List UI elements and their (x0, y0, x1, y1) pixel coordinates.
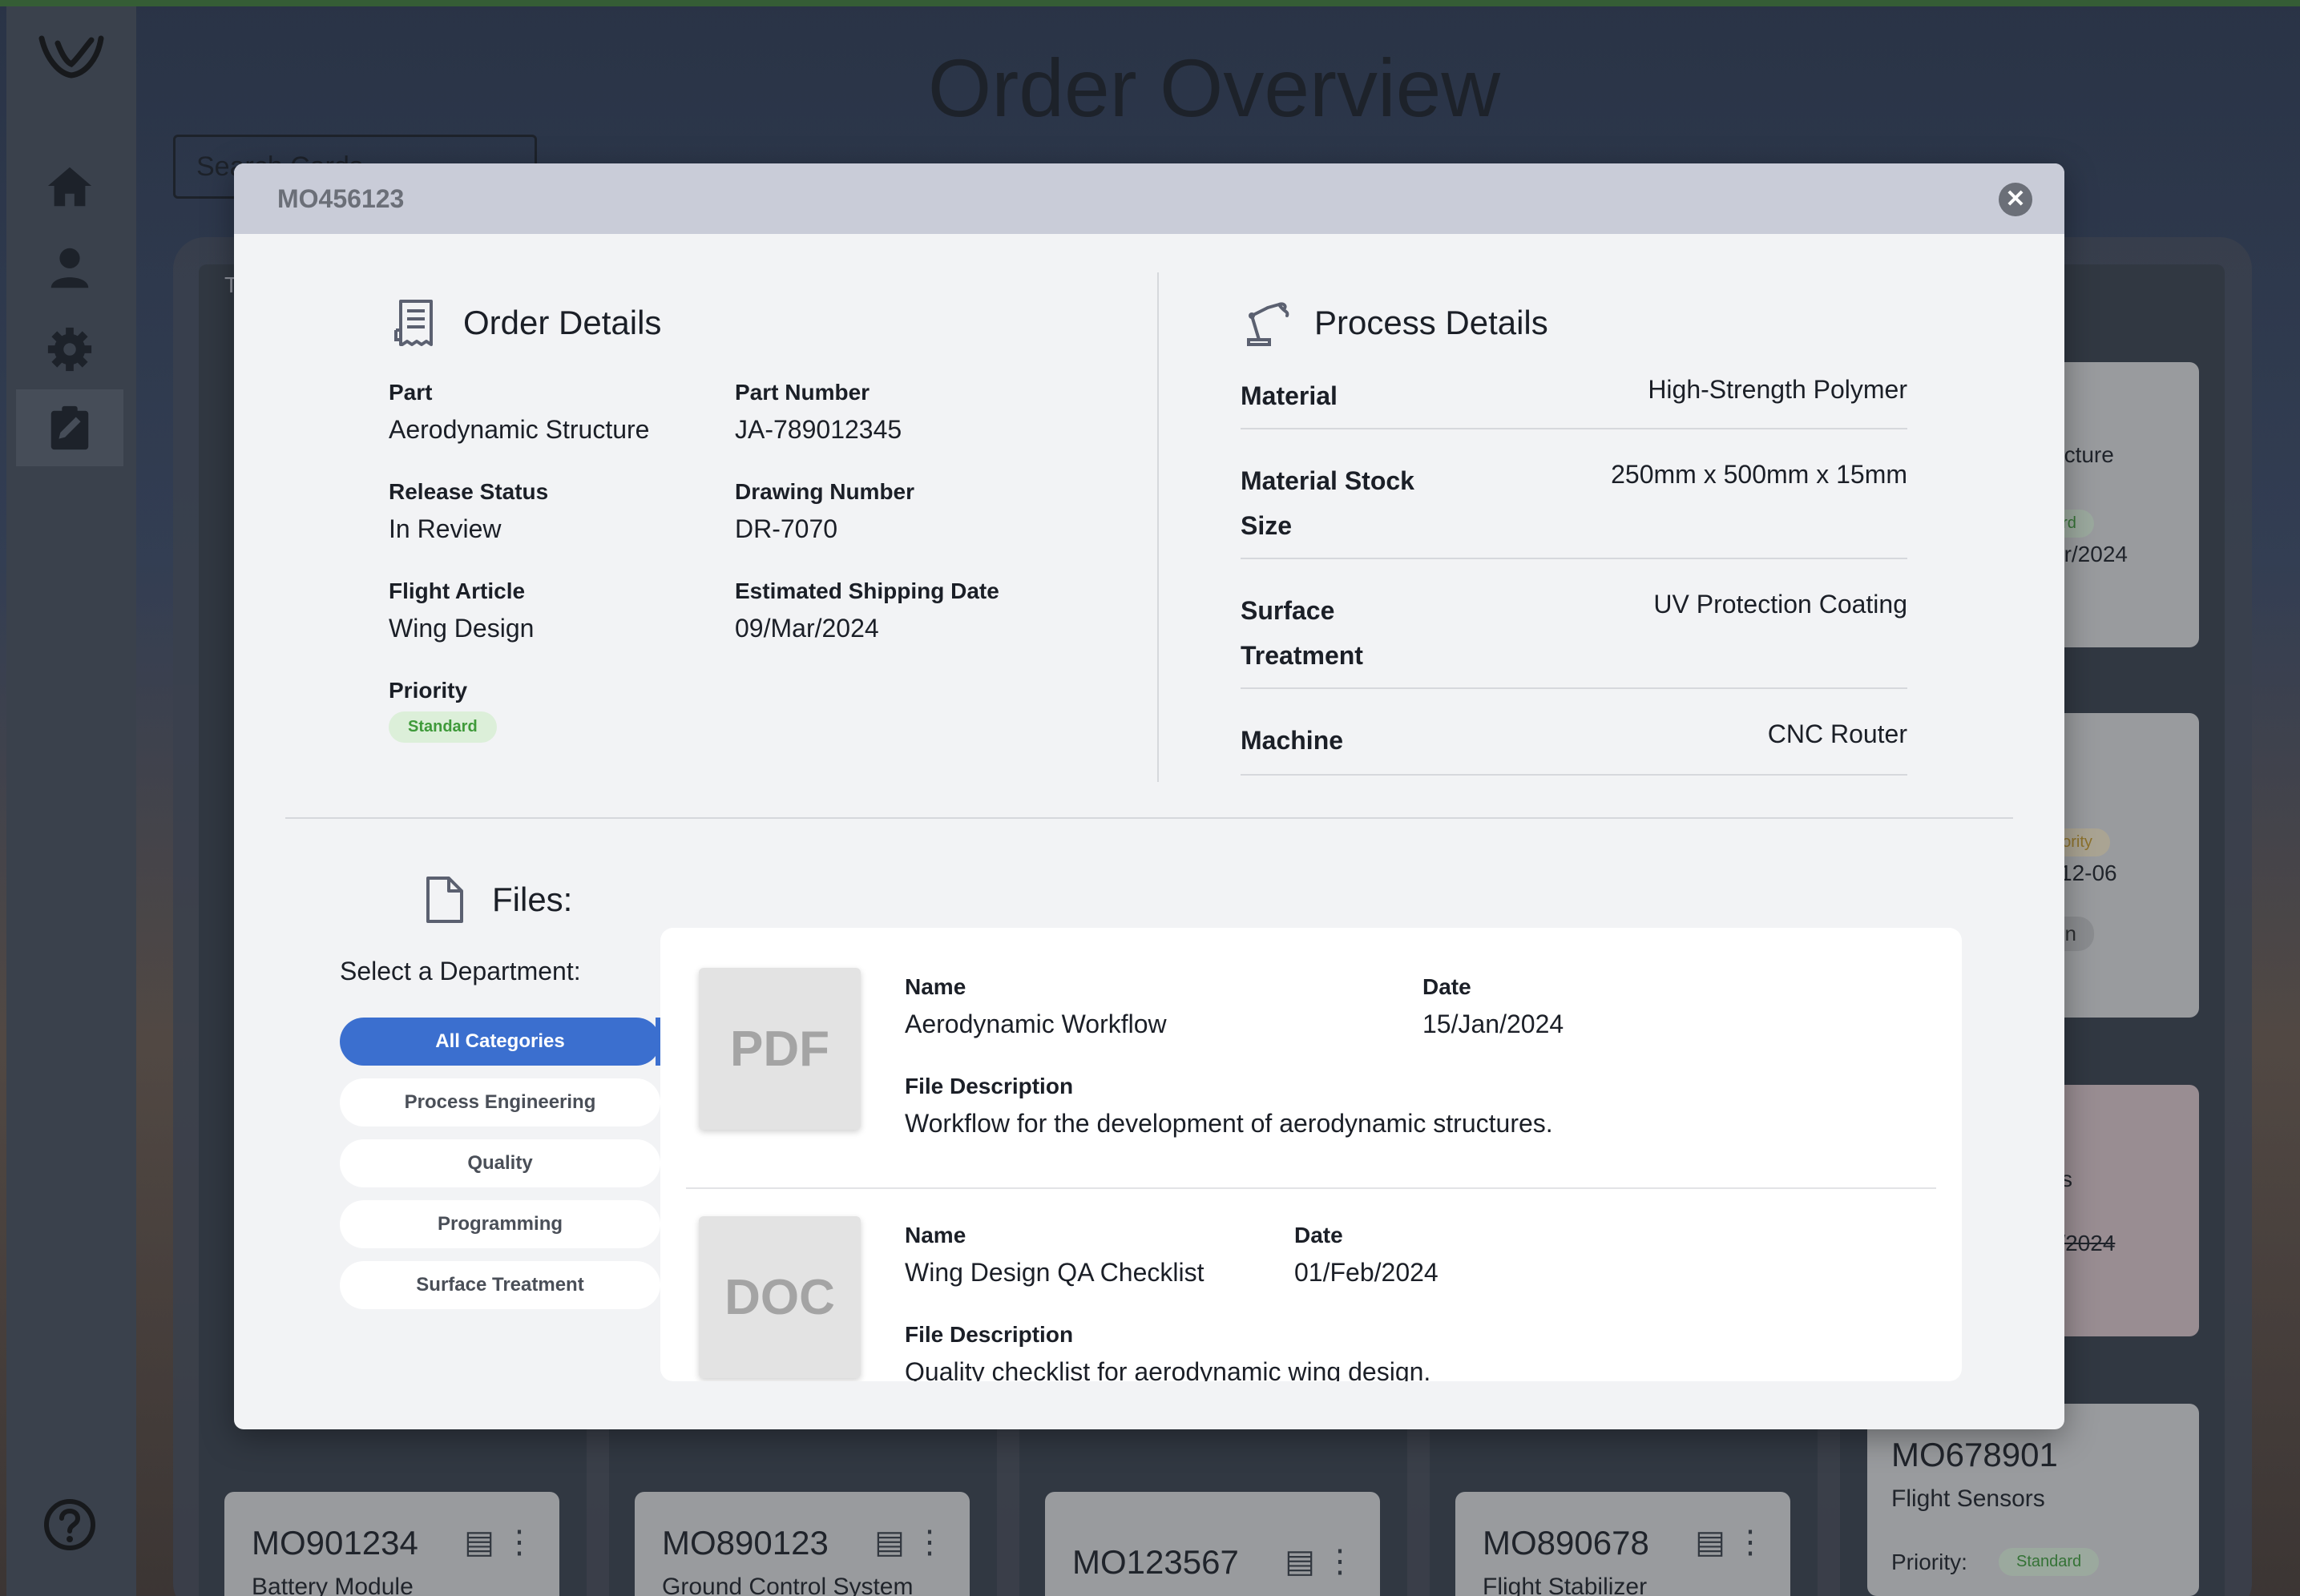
department-quality[interactable]: Quality (340, 1139, 660, 1187)
files-list[interactable]: PDF Name Aerodynamic Workflow Date 15/Ja… (660, 928, 1962, 1381)
order-details-heading: Order Details (393, 298, 661, 348)
file-name-label: Name (905, 1223, 966, 1247)
part-number-label: Part Number (735, 380, 870, 405)
process-row-stock-size: Material Stock Size 250mm x 500mm x 15mm (1241, 458, 1907, 559)
process-label: Material Stock Size (1241, 466, 1414, 540)
file-divider (686, 1187, 1936, 1189)
process-label: Surface Treatment (1241, 596, 1363, 670)
process-label: Material (1241, 381, 1338, 410)
receipt-icon (394, 300, 433, 346)
close-icon: ✕ (2005, 186, 2026, 212)
shipping-date-value: 09/Mar/2024 (735, 614, 879, 643)
file-date-label: Date (1422, 974, 1471, 999)
process-value: 250mm x 500mm x 15mm (1611, 460, 1907, 489)
section-divider (1157, 272, 1159, 782)
drawing-number-label: Drawing Number (735, 479, 915, 504)
file-name[interactable]: Aerodynamic Workflow (905, 1010, 1167, 1039)
file-name-label: Name (905, 974, 966, 999)
priority-label: Priority (389, 678, 468, 703)
file-description: Workflow for the development of aerodyna… (905, 1109, 1553, 1138)
files-heading: Files: (422, 875, 572, 925)
process-value: CNC Router (1767, 719, 1907, 748)
part-label: Part (389, 380, 433, 405)
close-button[interactable]: ✕ (1999, 183, 2032, 216)
priority-badge: Standard (389, 711, 497, 743)
part-number-value: JA-789012345 (735, 415, 902, 444)
department-programming[interactable]: Programming (340, 1200, 660, 1248)
section-title: Order Details (463, 304, 662, 341)
process-row-material: Material High-Strength Polymer (1241, 373, 1907, 429)
shipping-date-label: Estimated Shipping Date (735, 578, 999, 603)
flight-article-label: Flight Article (389, 578, 526, 603)
file-description: Quality checklist for aerodynamic wing d… (905, 1357, 1431, 1381)
section-divider (285, 817, 2013, 819)
release-status-value: In Review (389, 514, 502, 543)
file-description-label: File Description (905, 1322, 1074, 1347)
part-value: Aerodynamic Structure (389, 415, 650, 444)
department-surface-treatment[interactable]: Surface Treatment (340, 1261, 660, 1309)
department-select-label: Select a Department: (340, 957, 581, 985)
modal-header: MO456123 ✕ (234, 163, 2064, 234)
order-detail-modal: MO456123 ✕ Order Details Part Aerodynami… (234, 163, 2064, 1429)
section-title: Files: (492, 881, 573, 918)
file-date-label: Date (1294, 1223, 1343, 1247)
file-icon (426, 877, 463, 923)
file-date: 15/Jan/2024 (1422, 1010, 1564, 1038)
drawing-number-value: DR-7070 (735, 514, 838, 543)
process-value: High-Strength Polymer (1648, 375, 1907, 404)
process-row-surface-treatment: Surface Treatment UV Protection Coating (1241, 588, 1907, 689)
file-name[interactable]: Wing Design QA Checklist (905, 1258, 1204, 1288)
robot-arm-icon (1247, 302, 1289, 346)
file-description-label: File Description (905, 1074, 1074, 1098)
section-title: Process Details (1314, 304, 1548, 341)
department-all-categories[interactable]: All Categories (340, 1018, 660, 1066)
release-status-label: Release Status (389, 479, 549, 504)
file-date: 01/Feb/2024 (1294, 1258, 1439, 1287)
process-value: UV Protection Coating (1653, 590, 1907, 619)
pdf-file-icon[interactable]: PDF (699, 968, 861, 1130)
flight-article-value: Wing Design (389, 614, 535, 643)
process-details-heading: Process Details (1244, 298, 1548, 348)
modal-title: MO456123 (277, 184, 405, 213)
department-process-engineering[interactable]: Process Engineering (340, 1078, 660, 1126)
doc-file-icon[interactable]: DOC (699, 1216, 861, 1378)
process-row-machine: Machine CNC Router (1241, 718, 1907, 776)
process-label: Machine (1241, 726, 1344, 755)
